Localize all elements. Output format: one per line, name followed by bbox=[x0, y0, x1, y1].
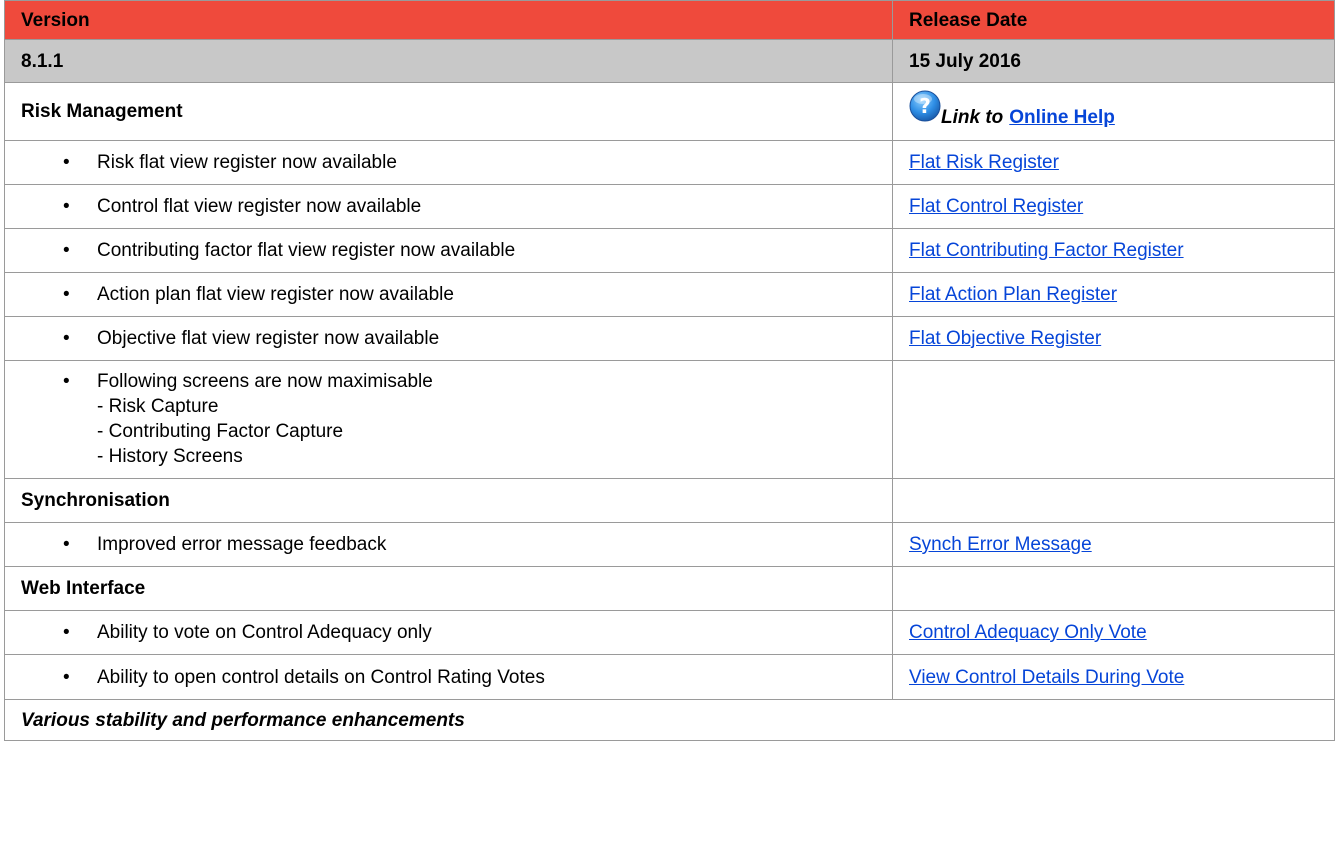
item-text: Following screens are now maximisable bbox=[97, 371, 433, 392]
section-title-web-interface: Web Interface bbox=[4, 566, 893, 611]
list-item: - Contributing Factor Capture bbox=[97, 421, 344, 442]
item-text: Objective flat view register now availab… bbox=[97, 328, 440, 349]
item-text: Ability to open control details on Contr… bbox=[97, 666, 545, 688]
bullet-icon: • bbox=[63, 371, 70, 392]
flat-control-register-link[interactable]: Flat Control Register bbox=[909, 196, 1083, 217]
online-help-link[interactable]: Online Help bbox=[1009, 105, 1115, 130]
bullet-icon: • bbox=[63, 534, 70, 555]
bullet-icon: • bbox=[63, 666, 70, 688]
svg-text:?: ? bbox=[919, 94, 931, 118]
release-date-header: Release Date bbox=[892, 0, 1335, 40]
synch-error-message-link[interactable]: Synch Error Message bbox=[909, 534, 1092, 555]
bullet-icon: • bbox=[63, 622, 70, 643]
version-row: 8.1.1 15 July 2016 bbox=[4, 39, 1335, 83]
footer-row: Various stability and performance enhanc… bbox=[4, 699, 1335, 741]
list-item: - History Screens bbox=[97, 446, 243, 467]
section-web-interface: Web Interface bbox=[4, 566, 1335, 611]
link-to-label: Link to bbox=[941, 106, 1004, 128]
bullet-icon: • bbox=[63, 328, 70, 349]
help-question-icon[interactable]: ? bbox=[909, 90, 941, 122]
online-help-cell: ? Link to Online Help bbox=[892, 82, 1335, 141]
section-synchronisation: Synchronisation bbox=[4, 478, 1335, 523]
table-row: • Improved error message feedback Synch E… bbox=[4, 522, 1335, 567]
item-text: Ability to vote on Control Adequacy only bbox=[97, 622, 432, 643]
bullet-icon: • bbox=[63, 196, 70, 217]
empty-cell bbox=[892, 566, 1335, 611]
version-header: Version bbox=[4, 0, 893, 40]
table-row: • Risk flat view register now available F… bbox=[4, 140, 1335, 185]
flat-objective-register-link[interactable]: Flat Objective Register bbox=[909, 328, 1101, 349]
table-row: • Ability to open control details on Cont… bbox=[4, 654, 1335, 700]
section-title-synchronisation: Synchronisation bbox=[4, 478, 893, 523]
maximisable-screens-list: - Risk Capture - Contributing Factor Cap… bbox=[21, 394, 876, 469]
table-row: • Ability to vote on Control Adequacy onl… bbox=[4, 610, 1335, 655]
flat-risk-register-link[interactable]: Flat Risk Register bbox=[909, 152, 1059, 173]
empty-cell bbox=[892, 360, 1335, 479]
table-row: • Objective flat view register now availa… bbox=[4, 316, 1335, 361]
section-risk-management: Risk Management ? Link to Online Help bbox=[4, 82, 1335, 141]
item-text: Contributing factor flat view register n… bbox=[97, 240, 516, 261]
table-header-row: Version Release Date bbox=[4, 0, 1335, 40]
release-notes-table: Version Release Date 8.1.1 15 July 2016 … bbox=[4, 0, 1335, 741]
bullet-icon: • bbox=[63, 152, 70, 173]
item-text: Action plan flat view register now avail… bbox=[97, 284, 454, 305]
table-row: • Control flat view register now availabl… bbox=[4, 184, 1335, 229]
item-text: Improved error message feedback bbox=[97, 534, 387, 555]
table-row: • Action plan flat view register now avai… bbox=[4, 272, 1335, 317]
empty-cell bbox=[892, 478, 1335, 523]
flat-contributing-factor-register-link[interactable]: Flat Contributing Factor Register bbox=[909, 240, 1184, 261]
footer-note: Various stability and performance enhanc… bbox=[4, 699, 1335, 741]
item-text: Risk flat view register now available bbox=[97, 152, 397, 173]
bullet-icon: • bbox=[63, 240, 70, 261]
bullet-icon: • bbox=[63, 284, 70, 305]
table-row: • Following screens are now maximisable -… bbox=[4, 360, 1335, 479]
section-title-risk-management: Risk Management bbox=[4, 82, 893, 141]
release-date: 15 July 2016 bbox=[892, 39, 1335, 83]
version-number: 8.1.1 bbox=[4, 39, 893, 83]
control-adequacy-only-vote-link[interactable]: Control Adequacy Only Vote bbox=[909, 622, 1147, 643]
flat-action-plan-register-link[interactable]: Flat Action Plan Register bbox=[909, 284, 1117, 305]
view-control-details-during-vote-link[interactable]: View Control Details During Vote bbox=[909, 667, 1184, 688]
list-item: - Risk Capture bbox=[97, 396, 219, 417]
table-row: • Contributing factor flat view register … bbox=[4, 228, 1335, 273]
item-text: Control flat view register now available bbox=[97, 196, 422, 217]
